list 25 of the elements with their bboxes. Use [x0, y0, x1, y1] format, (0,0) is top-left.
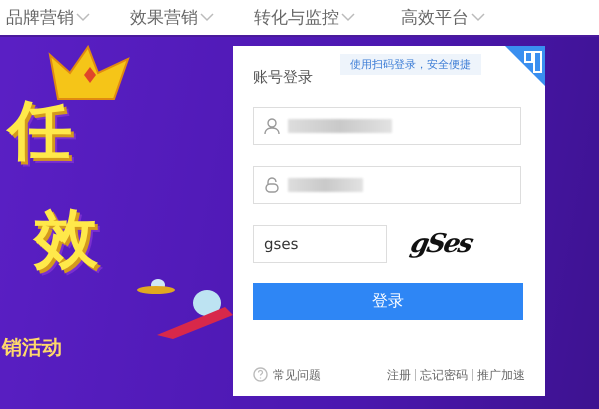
user-icon: [264, 118, 280, 134]
chevron-icon: [76, 13, 90, 22]
chevron-icon: [471, 13, 485, 22]
banner-headline: 效: [32, 201, 99, 278]
captcha-image: gSes: [408, 229, 474, 259]
banner-subtitle: 销活动: [2, 334, 62, 361]
username-field[interactable]: [253, 107, 521, 145]
password-field[interactable]: [253, 166, 521, 204]
nav-item[interactable]: 转化与监控: [254, 6, 355, 29]
help-icon: [253, 367, 268, 382]
nav-item[interactable]: 高效平台: [401, 6, 485, 29]
banner-headline: 任: [5, 93, 73, 170]
nav-item[interactable]: 效果营销: [130, 6, 214, 29]
login-button[interactable]: 登录: [253, 283, 523, 320]
footer-link[interactable]: 忘记密码: [415, 368, 468, 380]
panel-title: 账号登录: [253, 68, 314, 87]
chevron-icon: [200, 13, 214, 22]
qr-login-tip: 使用扫码登录，安全便捷: [340, 54, 481, 75]
faq-link[interactable]: 常见问题: [273, 368, 321, 380]
lock-icon: [264, 177, 280, 193]
chevron-icon: [341, 13, 355, 22]
captcha-field[interactable]: gses: [253, 225, 387, 263]
footer-link[interactable]: 注册: [387, 368, 411, 380]
footer-link[interactable]: 推广加速: [472, 368, 525, 380]
nav-item[interactable]: 品牌营销: [6, 6, 90, 29]
